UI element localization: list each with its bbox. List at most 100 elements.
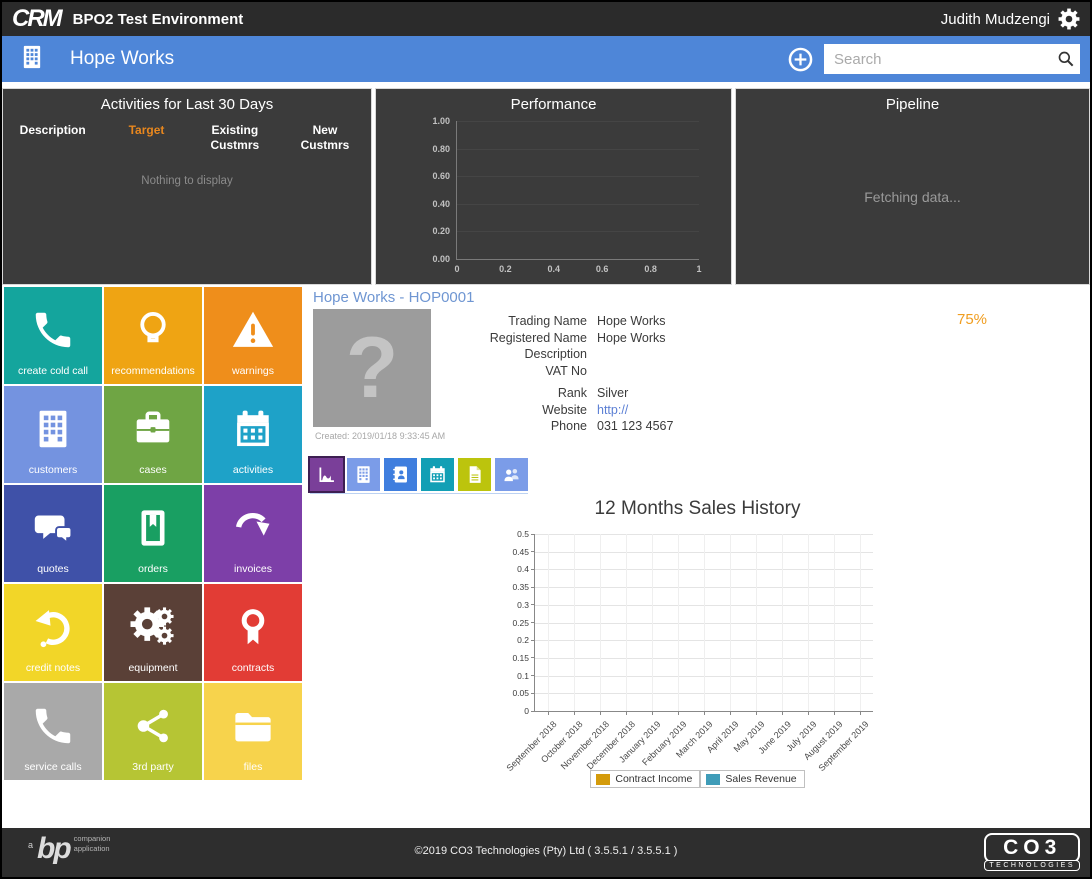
tile-credit-notes[interactable]: credit notes: [4, 584, 102, 681]
pipeline-panel: Pipeline Fetching data...: [735, 88, 1090, 285]
search-icon[interactable]: [1056, 49, 1076, 69]
tile-contracts[interactable]: contracts: [204, 584, 302, 681]
folder-icon: [235, 712, 271, 741]
customer-heading-link[interactable]: Hope Works - HOP0001: [313, 289, 474, 306]
tab-documents[interactable]: [458, 458, 491, 491]
x-tick: [704, 711, 705, 715]
tile-recommendations[interactable]: recommendations: [104, 287, 202, 384]
x-axis-month-label: September 2019: [816, 719, 872, 774]
tile-invoices[interactable]: invoices: [204, 485, 302, 582]
tab-activities[interactable]: [421, 458, 454, 491]
y-axis-tick-label: 0.1: [517, 670, 529, 681]
tile-label: orders: [138, 563, 168, 575]
sales-history-chart: 0.5 0.45 0.4 0.35 0.3 0.25 0.2 0.15 0.1 0.05 0 Sept…: [505, 529, 873, 773]
website-link[interactable]: http://: [597, 402, 757, 419]
field-row: Trading Name Hope Works: [457, 313, 757, 330]
tile-equipment[interactable]: equipment: [104, 584, 202, 681]
customer-photo-placeholder[interactable]: ?: [313, 309, 431, 427]
tab-sales-history[interactable]: [308, 456, 345, 493]
gridline: [548, 534, 549, 711]
tile-label: customers: [28, 464, 78, 476]
tile-label: contracts: [231, 662, 275, 674]
y-axis-tick-label: 0.40: [432, 198, 450, 209]
x-axis-tick-label: 0.8: [644, 264, 657, 274]
dashboard-row: Activities for Last 30 Days Description T…: [2, 88, 1090, 285]
tile-orders[interactable]: orders: [104, 485, 202, 582]
curved-arrow-icon: [235, 512, 270, 536]
top-bar: CRM BPO2 Test Environment Judith Mudzeng…: [2, 2, 1090, 36]
share-icon: [137, 709, 168, 742]
search-box: [824, 44, 1080, 74]
tab-contacts[interactable]: [384, 458, 417, 491]
gridline: [457, 231, 699, 233]
co3-technologies-logo: CO3 TECHNOLOGIES: [984, 833, 1080, 871]
tile-label: create cold call: [17, 365, 89, 377]
tile-service-calls[interactable]: service calls: [4, 683, 102, 780]
copyright-text: ©2019 CO3 Technologies (Pty) Ltd ( 3.5.5…: [414, 845, 678, 857]
x-tick: [574, 711, 575, 715]
magnifier-icon: [1058, 51, 1074, 67]
gridline: [678, 534, 679, 711]
building-icon: [39, 410, 67, 447]
y-axis-tick-label: 0.60: [432, 171, 450, 182]
customer-detail-area: Hope Works - HOP0001 ? Created: 2019/01/…: [307, 285, 1088, 828]
tile-customers[interactable]: customers: [4, 386, 102, 483]
gridline: [457, 203, 699, 205]
phone-icon: [35, 312, 71, 347]
co3-logo-subtitle: TECHNOLOGIES: [984, 860, 1080, 871]
x-tick: [548, 711, 549, 715]
legend-swatch: [596, 773, 611, 785]
add-button[interactable]: [787, 46, 814, 73]
field-value: [597, 346, 757, 363]
activities-column-header[interactable]: New Custmrs: [279, 123, 371, 153]
gridline: [860, 534, 861, 711]
tile-3rd-party[interactable]: 3rd party: [104, 683, 202, 780]
tile-activities[interactable]: activities: [204, 386, 302, 483]
document-icon: [469, 466, 481, 483]
y-axis-tick-label: 0: [524, 706, 529, 716]
co3-logo-name: CO3: [984, 833, 1080, 863]
y-axis-tick-label: 0.80: [432, 143, 450, 154]
tab-customers[interactable]: [347, 458, 380, 491]
activities-column-header[interactable]: Description: [3, 123, 102, 153]
tile-quotes[interactable]: quotes: [4, 485, 102, 582]
activities-column-header[interactable]: Existing Custmrs: [191, 123, 279, 153]
x-axis-tick-label: 0: [454, 264, 460, 274]
y-tick: [531, 639, 535, 641]
tile-label: activities: [232, 464, 274, 476]
gridline: [651, 534, 653, 711]
current-user-name[interactable]: Judith Mudzengi: [941, 11, 1050, 28]
tile-create-cold-call[interactable]: create cold call: [4, 287, 102, 384]
activities-panel: Activities for Last 30 Days Description T…: [2, 88, 372, 285]
sales-history-section: 12 Months Sales History 0.5 0.45 0.4 0.35 0.…: [307, 498, 1088, 788]
settings-gear-icon[interactable]: [1058, 8, 1080, 30]
environment-title: BPO2 Test Environment: [72, 10, 244, 28]
y-axis-tick-label: 0.4: [517, 564, 529, 575]
activities-column-header[interactable]: Target: [102, 123, 190, 153]
search-input[interactable]: [832, 49, 1056, 69]
y-axis-tick-label: 0.05: [512, 688, 529, 699]
activities-panel-title: Activities for Last 30 Days: [100, 96, 274, 113]
field-row: Registered Name Hope Works: [457, 330, 757, 347]
y-tick: [531, 533, 535, 535]
chat-bubbles-icon: [34, 515, 73, 545]
y-tick: [531, 710, 535, 712]
field-label: Registered Name: [489, 330, 587, 345]
tile-cases[interactable]: cases: [104, 386, 202, 483]
legend-swatch: [706, 773, 721, 785]
gears-icon: [130, 606, 174, 645]
field-row: Phone 031 123 4567: [457, 418, 757, 435]
app-window: CRM BPO2 Test Environment Judith Mudzeng…: [0, 0, 1092, 879]
x-tick: [781, 711, 783, 715]
tile-files[interactable]: files: [204, 683, 302, 780]
field-value: [597, 363, 757, 380]
y-axis-tick-label: 0.3: [517, 599, 529, 610]
x-tick: [756, 711, 757, 715]
score-percentage: 75%: [957, 311, 988, 328]
x-tick: [600, 711, 601, 715]
field-label: Trading Name: [508, 314, 587, 328]
tab-people[interactable]: [495, 458, 528, 491]
gear-icon: [1058, 8, 1080, 30]
field-label: VAT No: [545, 363, 587, 378]
tile-warnings[interactable]: warnings: [204, 287, 302, 384]
